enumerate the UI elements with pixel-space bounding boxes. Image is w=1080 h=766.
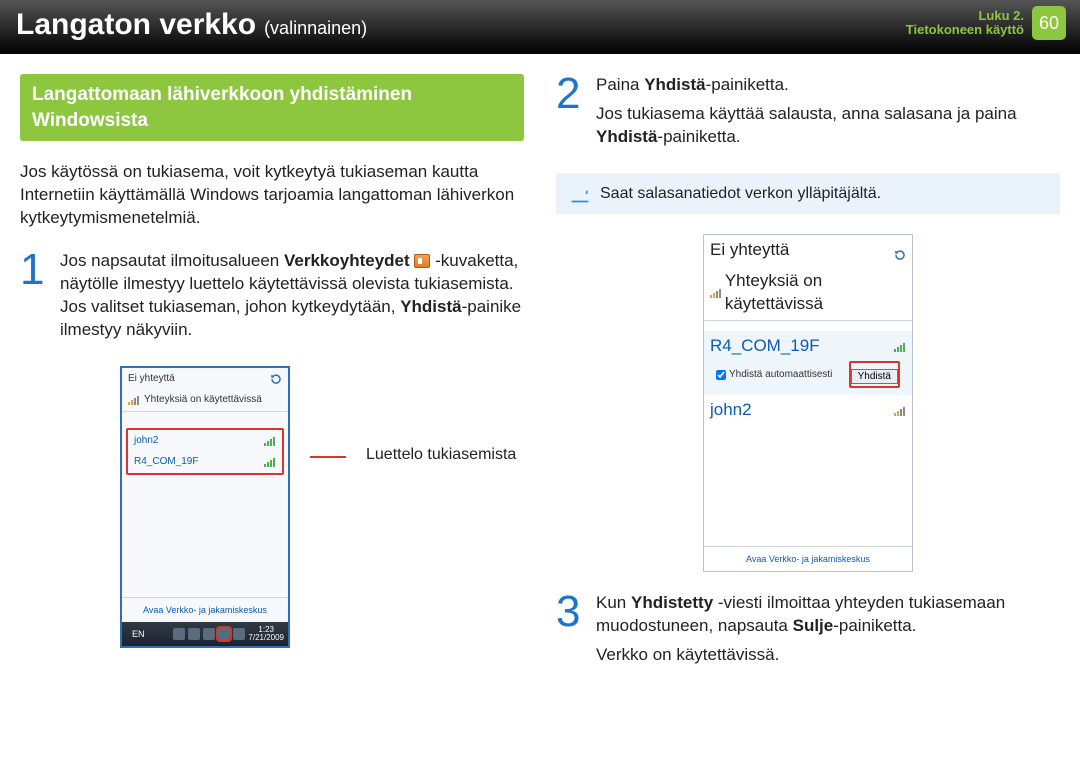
mock2-available-row: Yhteyksiä on käytettävissä	[704, 266, 912, 320]
page-header: Langaton verkko (valinnainen) Luku 2. Ti…	[0, 0, 1080, 54]
signal-strong-icon	[894, 342, 906, 352]
s2-bold-1: Yhdistä	[644, 75, 705, 94]
auto-connect-checkbox[interactable]: Yhdistä automaattisesti	[716, 368, 832, 382]
step1-bold-verkkoyhteydet: Verkkoyhteydet	[284, 251, 410, 270]
mock1-taskbar: EN 1:23 7/21/2009	[122, 622, 288, 646]
mock1-footer-link: Avaa Verkko- ja jakamiskeskus	[122, 597, 288, 622]
signal-strong-icon	[264, 436, 276, 446]
s2-frag-2a: Jos tukiasema käyttää salausta, anna sal…	[596, 104, 1017, 123]
chapter-line-2: Tietokoneen käyttö	[906, 23, 1024, 37]
mock2-no-connection-row: Ei yhteyttä	[704, 235, 912, 266]
step-2-number: 2	[556, 74, 596, 114]
left-column: Langattomaan lähiverkkoon yhdistäminen W…	[20, 74, 524, 691]
taskbar-clock: 1:23 7/21/2009	[248, 626, 284, 642]
tray-icon	[203, 628, 215, 640]
s2-frag-2c: -painiketta.	[657, 127, 740, 146]
note-icon	[570, 184, 590, 204]
section-heading: Langattomaan lähiverkkoon yhdistäminen W…	[20, 74, 524, 141]
chapter-label: Luku 2. Tietokoneen käyttö	[906, 9, 1024, 38]
s3-frag-e: -painiketta.	[833, 616, 916, 635]
connect-button-highlight: Yhdistä	[849, 361, 900, 388]
mock1-no-connection-row: Ei yhteyttä	[122, 368, 288, 390]
refresh-icon	[270, 373, 282, 385]
page-title: Langaton verkko	[16, 8, 256, 42]
connect-button[interactable]: Yhdistä	[851, 369, 898, 384]
intro-paragraph: Jos käytössä on tukiasema, voit kytkeyty…	[20, 161, 524, 230]
step1-frag-a: Jos napsautat ilmoitusalueen	[60, 251, 284, 270]
callout-line	[310, 456, 346, 458]
mock1-ap-r4com: R4_COM_19F	[128, 451, 282, 473]
taskbar-lang: EN	[132, 628, 145, 640]
right-column: 2 Paina Yhdistä-painiketta. Jos tukiasem…	[556, 74, 1060, 691]
s2-frag-a: Paina	[596, 75, 644, 94]
step-2-text: Paina Yhdistä-painiketta. Jos tukiasema …	[596, 74, 1060, 155]
mock1-available-row: Yhteyksiä on käytettävissä	[122, 389, 288, 411]
step-1-number: 1	[20, 250, 60, 290]
tray-icon	[173, 628, 185, 640]
step-2: 2 Paina Yhdistä-painiketta. Jos tukiasem…	[556, 74, 1060, 155]
mock1-no-connection-text: Ei yhteyttä	[128, 372, 175, 386]
callout-label: Luettelo tukiasemista	[366, 444, 516, 466]
page-subtitle: (valinnainen)	[264, 18, 367, 39]
mock1-ap-john2: john2	[128, 430, 282, 452]
tray-icon	[233, 628, 245, 640]
chapter-line-1: Luku 2.	[906, 9, 1024, 23]
tray-network-icon-highlighted	[218, 628, 230, 640]
mock2-footer-link: Avaa Verkko- ja jakamiskeskus	[704, 546, 912, 571]
info-note: Saat salasanatiedot verkon ylläpitäjältä…	[556, 173, 1060, 215]
s2-frag-c: -painiketta.	[706, 75, 789, 94]
step-1-text: Jos napsautat ilmoitusalueen Verkkoyhtey…	[60, 250, 524, 348]
signal-weak-icon	[894, 406, 906, 416]
header-right: Luku 2. Tietokoneen käyttö 60	[906, 6, 1066, 40]
s3-line2: Verkko on käytettävissä.	[596, 644, 1060, 667]
mock2-ap-john2: john2	[704, 395, 912, 426]
mock1-ap-list-highlight: john2 R4_COM_19F	[126, 428, 284, 475]
signal-bars-icon	[128, 395, 140, 405]
s3-frag-a: Kun	[596, 593, 631, 612]
step-3-number: 3	[556, 592, 596, 632]
signal-bars-icon	[710, 288, 721, 298]
mock2-no-connection-text: Ei yhteyttä	[710, 239, 789, 262]
auto-connect-label: Yhdistä automaattisesti	[729, 368, 832, 382]
auto-connect-input[interactable]	[716, 370, 726, 380]
tray-icon	[188, 628, 200, 640]
network-flyout-mock-1: Ei yhteyttä Yhteyksiä on käytettävissä j…	[120, 366, 290, 648]
taskbar-date: 7/21/2009	[248, 634, 284, 642]
page-number-badge: 60	[1032, 6, 1066, 40]
step1-bold-yhdista: Yhdistä	[400, 297, 461, 316]
s3-bold-sulje: Sulje	[793, 616, 834, 635]
network-tray-icon	[414, 254, 430, 268]
info-note-text: Saat salasanatiedot verkon ylläpitäjältä…	[600, 183, 881, 205]
mock1-wrapper: Ei yhteyttä Yhteyksiä on käytettävissä j…	[120, 366, 524, 648]
mock1-available-text: Yhteyksiä on käytettävissä	[144, 393, 262, 407]
mock2-ap2-label: R4_COM_19F	[710, 335, 820, 358]
step-3-text: Kun Yhdistetty -viesti ilmoittaa yhteyde…	[596, 592, 1060, 673]
content: Langattomaan lähiverkkoon yhdistäminen W…	[0, 54, 1080, 691]
mock2-selected-ap: R4_COM_19F Yhdistä automaattisesti Yhdis…	[704, 331, 912, 395]
refresh-icon	[894, 245, 906, 257]
mock2-ap1-label: john2	[710, 399, 752, 422]
step-1: 1 Jos napsautat ilmoitusalueen Verkkoyht…	[20, 250, 524, 348]
mock1-ap1-label: john2	[134, 434, 158, 448]
network-flyout-mock-2: Ei yhteyttä Yhteyksiä on käytettävissä R…	[703, 234, 913, 572]
s3-bold-yhdistetty: Yhdistetty	[631, 593, 713, 612]
step-3: 3 Kun Yhdistetty -viesti ilmoittaa yhtey…	[556, 592, 1060, 673]
mock2-available-text: Yhteyksiä on käytettävissä	[725, 270, 906, 316]
signal-strong-icon	[264, 457, 276, 467]
mock1-ap2-label: R4_COM_19F	[134, 455, 198, 469]
s2-bold-2: Yhdistä	[596, 127, 657, 146]
